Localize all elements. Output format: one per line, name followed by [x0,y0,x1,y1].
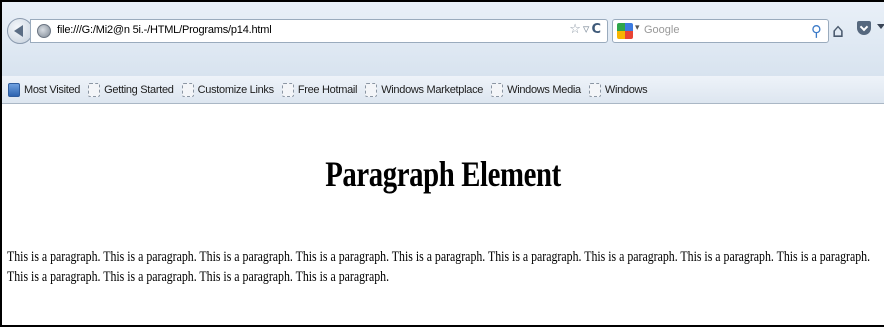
page-icon [281,82,294,97]
search-bar[interactable]: ▾ Google ⚲ [612,19,829,43]
star-icon[interactable]: ☆ [569,22,583,37]
most-visited-icon [8,82,20,97]
bookmark-free-hotmail[interactable]: Free Hotmail [281,82,358,97]
bookmark-windows-media[interactable]: Windows Media [491,82,581,97]
bookmark-customize-links[interactable]: Customize Links [181,82,274,97]
page-content: Paragraph Element This is a paragraph. T… [2,105,884,325]
pocket-icon[interactable] [857,21,871,35]
search-icon[interactable]: ⚲ [811,22,822,40]
home-icon[interactable]: ⌂ [832,20,844,42]
search-input[interactable]: Google [644,24,679,36]
bookmarks-toolbar: Most Visited Getting Started Customize L… [2,76,884,104]
paragraph-text: This is a paragraph. This is a paragraph… [7,249,871,285]
site-identity-icon[interactable] [37,24,51,38]
page-icon [181,82,194,97]
menu-chevron-icon[interactable] [877,24,884,29]
reload-icon[interactable]: C [591,22,603,37]
browser-window: file:///G:/Mi2@n 5i.-/HTML/Programs/p14.… [0,0,884,327]
back-arrow-icon [14,25,23,37]
page-icon [365,82,378,97]
chevron-down-icon[interactable]: ▾ [635,23,640,33]
navigation-toolbar: file:///G:/Mi2@n 5i.-/HTML/Programs/p14.… [2,2,884,77]
google-icon[interactable] [617,23,633,39]
url-text[interactable]: file:///G:/Mi2@n 5i.-/HTML/Programs/p14.… [57,24,272,36]
bookmark-most-visited[interactable]: Most Visited [8,82,80,97]
page-icon [491,82,504,97]
page-icon [88,82,101,97]
page-heading: Paragraph Element [325,154,561,194]
bookmark-windows[interactable]: Windows [588,82,648,97]
address-bar[interactable]: file:///G:/Mi2@n 5i.-/HTML/Programs/p14.… [30,19,608,43]
bookmark-windows-marketplace[interactable]: Windows Marketplace [365,82,483,97]
bookmark-getting-started[interactable]: Getting Started [88,82,174,97]
page-icon [588,82,601,97]
